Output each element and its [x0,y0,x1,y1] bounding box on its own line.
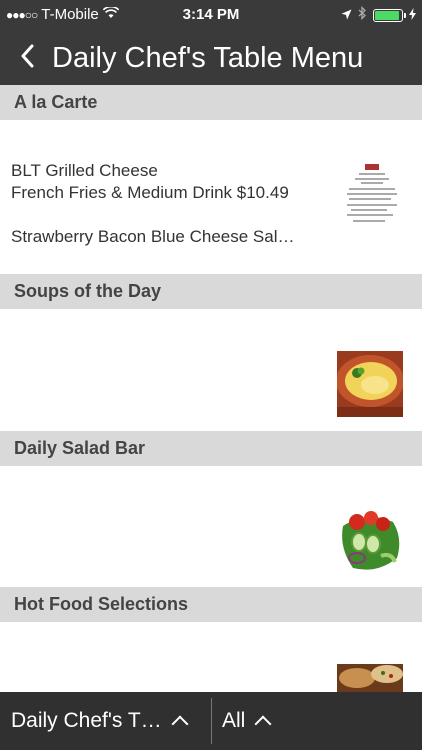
page-title: Daily Chef's Table Menu [52,42,364,74]
chevron-left-icon [21,44,34,68]
bottom-toolbar: Daily Chef's T… All [0,692,422,750]
bluetooth-icon [358,5,367,24]
filter-selector-label: All [222,709,246,732]
menu-line: French Fries & Medium Drink $10.49 [11,183,289,202]
filter-selector-button[interactable]: All [222,692,272,750]
soup-image [337,351,403,417]
status-bar: ●●●○○ T-Mobile 3:14 PM [0,0,422,30]
section-header-hot-food: Hot Food Selections [0,587,422,622]
toolbar-divider [211,698,212,744]
menu-document-thumbnail[interactable] [341,160,403,230]
document-thumbnail-image [347,164,397,222]
menu-selector-button[interactable]: Daily Chef's T… [11,692,189,750]
salad-image [337,508,403,574]
hot-food-image [337,664,403,692]
section-hot-food[interactable] [0,622,422,692]
hot-food-thumbnail[interactable] [337,664,403,692]
section-a-la-carte[interactable]: BLT Grilled Cheese French Fries & Medium… [0,120,422,274]
chevron-up-icon [171,715,189,733]
section-header-soups: Soups of the Day [0,274,422,309]
salad-thumbnail[interactable] [337,508,403,574]
battery-icon [373,8,406,22]
menu-item-text: BLT Grilled Cheese French Fries & Medium… [11,160,294,248]
status-right [341,5,416,24]
navigation-bar: Daily Chef's Table Menu [0,30,422,85]
section-header-a-la-carte: A la Carte [0,85,422,120]
charging-icon [409,7,416,24]
location-icon [341,7,352,24]
menu-line: BLT Grilled Cheese [11,161,158,180]
chevron-up-icon [254,715,272,733]
section-soups[interactable] [0,309,422,431]
back-button[interactable] [20,38,34,75]
menu-line: Strawberry Bacon Blue Cheese Sal… [11,227,295,246]
section-header-salad-bar: Daily Salad Bar [0,431,422,466]
section-salad-bar[interactable] [0,466,422,587]
menu-selector-label: Daily Chef's T… [11,709,162,732]
menu-line-spacer [11,204,294,226]
soup-thumbnail[interactable] [337,351,403,417]
